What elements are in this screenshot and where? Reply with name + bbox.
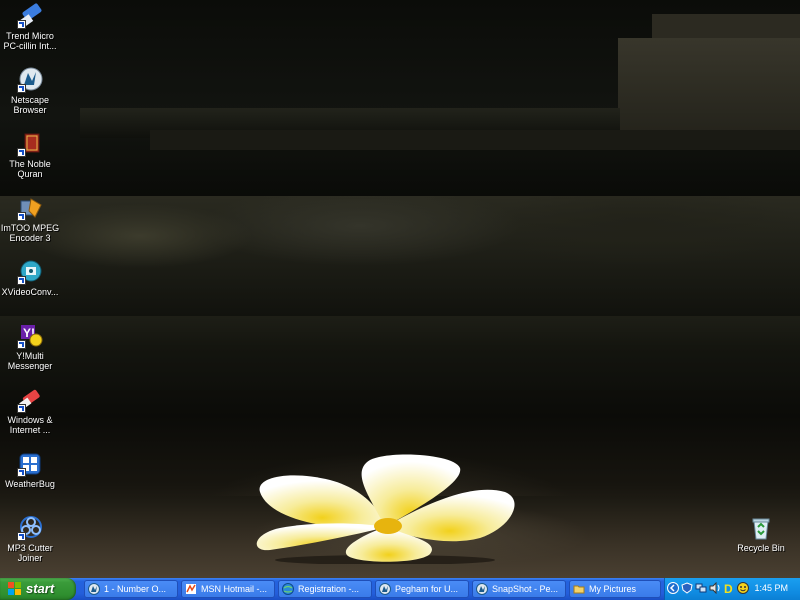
desktop-icon-label: ImTOO MPEG Encoder 3	[0, 223, 60, 243]
msn-icon	[186, 584, 196, 594]
shortcut-arrow-icon	[17, 340, 26, 349]
desktop-icon-netscape[interactable]: Netscape Browser	[0, 67, 60, 115]
desktop-icon-label: MP3 Cutter Joiner	[7, 543, 53, 563]
desktop-icon-label: Y!Multi Messenger	[7, 351, 53, 371]
imtoo-encoder-icon	[17, 195, 43, 221]
speaker-icon[interactable]	[709, 582, 721, 594]
recycle-bin-icon	[748, 515, 774, 541]
shortcut-arrow-icon	[17, 276, 26, 285]
weatherbug-icon	[17, 451, 43, 477]
taskbar: start 1 - Number O... MSN Hotmail -... R…	[0, 578, 800, 600]
xvideo-converter-icon	[17, 259, 43, 285]
desktop-icon-noble-quran[interactable]: The Noble Quran	[0, 131, 60, 179]
desktop-wallpaper	[0, 0, 800, 578]
netscape-icon	[476, 583, 488, 595]
desktop-icon-imtoo-mpeg[interactable]: ImTOO MPEG Encoder 3	[0, 195, 60, 243]
desktop-icon-label: Windows & Internet ...	[7, 415, 53, 435]
system-tray: D 1:45 PM	[664, 578, 800, 600]
taskbar-button-pegham[interactable]: Pegham for U...	[375, 580, 469, 598]
shortcut-arrow-icon	[17, 20, 26, 29]
taskbar-button-my-pictures[interactable]: My Pictures	[569, 580, 661, 598]
desktop-icon-windows-internet[interactable]: Windows & Internet ...	[0, 387, 60, 435]
wallpaper-stone-block	[618, 38, 800, 136]
desktop-icon-label: Trend Micro PC-cillin Int...	[3, 31, 57, 51]
desktop-icon-label: The Noble Quran	[9, 159, 51, 179]
shortcut-arrow-icon	[17, 212, 26, 221]
svg-text:D: D	[724, 582, 733, 594]
globe-icon	[282, 583, 294, 595]
netscape-icon	[88, 583, 100, 595]
eraser-icon	[17, 387, 43, 413]
security-icon[interactable]	[681, 582, 693, 594]
taskbar-button-label: Registration -...	[298, 584, 360, 594]
netscape-icon	[17, 67, 43, 93]
collapse-arrow-icon[interactable]	[667, 582, 679, 594]
yahoo-messenger-icon: Y!	[17, 323, 43, 349]
desktop-icon-xvideoconv[interactable]: XVideoConv...	[0, 259, 60, 297]
shortcut-arrow-icon	[17, 404, 26, 413]
start-label: start	[26, 581, 55, 596]
network-icon[interactable]	[695, 582, 707, 594]
desktop-icon-recycle-bin[interactable]: Recycle Bin	[731, 515, 791, 553]
taskbar-button-label: My Pictures	[589, 584, 637, 594]
taskbar-button-registration[interactable]: Registration -...	[278, 580, 372, 598]
desktop-icon-label: Netscape Browser	[10, 95, 50, 115]
desktop-icon-label: XVideoConv...	[1, 287, 59, 297]
folder-icon	[573, 585, 585, 594]
taskbar-button-label: Pegham for U...	[395, 584, 459, 594]
desktop-icon-mp3-cutter[interactable]: MP3 Cutter Joiner	[0, 515, 60, 563]
messenger-icon[interactable]	[737, 582, 749, 594]
shortcut-arrow-icon	[17, 84, 26, 93]
download-icon[interactable]: D	[723, 582, 735, 594]
desktop-icon-yahoo-messenger[interactable]: Y! Y!Multi Messenger	[0, 323, 60, 371]
taskbar-button-msn-hotmail[interactable]: MSN Hotmail -...	[181, 580, 275, 598]
netscape-icon	[379, 583, 391, 595]
taskbar-clock[interactable]: 1:45 PM	[754, 583, 788, 593]
windows-logo-icon	[8, 582, 21, 595]
trend-micro-icon	[17, 3, 43, 29]
biohazard-icon	[17, 515, 43, 541]
desktop-icon-label: WeatherBug	[5, 479, 55, 489]
wallpaper-rock	[0, 196, 800, 316]
taskbar-button-label: 1 - Number O...	[104, 584, 167, 594]
taskbar-button-number[interactable]: 1 - Number O...	[84, 580, 178, 598]
desktop-icon-trend-micro[interactable]: Trend Micro PC-cillin Int...	[0, 3, 60, 51]
wallpaper-ledge	[150, 130, 800, 150]
desktop-icon-label: Recycle Bin	[737, 543, 785, 553]
shortcut-arrow-icon	[17, 532, 26, 541]
shortcut-arrow-icon	[17, 148, 26, 157]
taskbar-button-label: SnapShot - Pe...	[492, 584, 559, 594]
desktop-icon-weatherbug[interactable]: WeatherBug	[0, 451, 60, 489]
frangipani-flower-image	[256, 454, 515, 564]
shortcut-arrow-icon	[17, 468, 26, 477]
taskbar-button-snapshot[interactable]: SnapShot - Pe...	[472, 580, 566, 598]
quran-book-icon	[17, 131, 43, 157]
taskbar-button-label: MSN Hotmail -...	[201, 584, 268, 594]
start-button[interactable]: start	[0, 578, 76, 600]
